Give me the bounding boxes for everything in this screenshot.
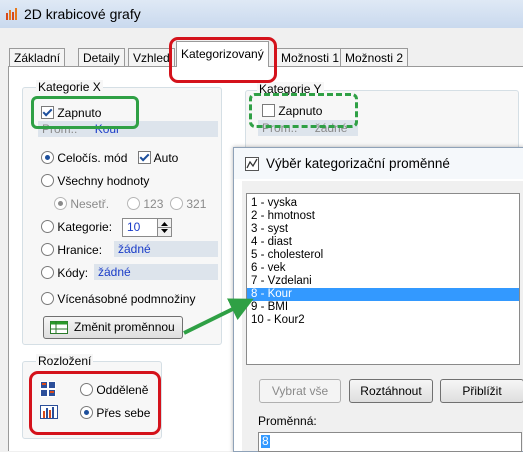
annotation-arrow-line [183, 298, 254, 335]
annotation-arrow [183, 298, 254, 335]
tab-label: Kategorizovaný [181, 47, 264, 61]
tab-kategorizovany[interactable]: Kategorizovaný [176, 41, 269, 67]
